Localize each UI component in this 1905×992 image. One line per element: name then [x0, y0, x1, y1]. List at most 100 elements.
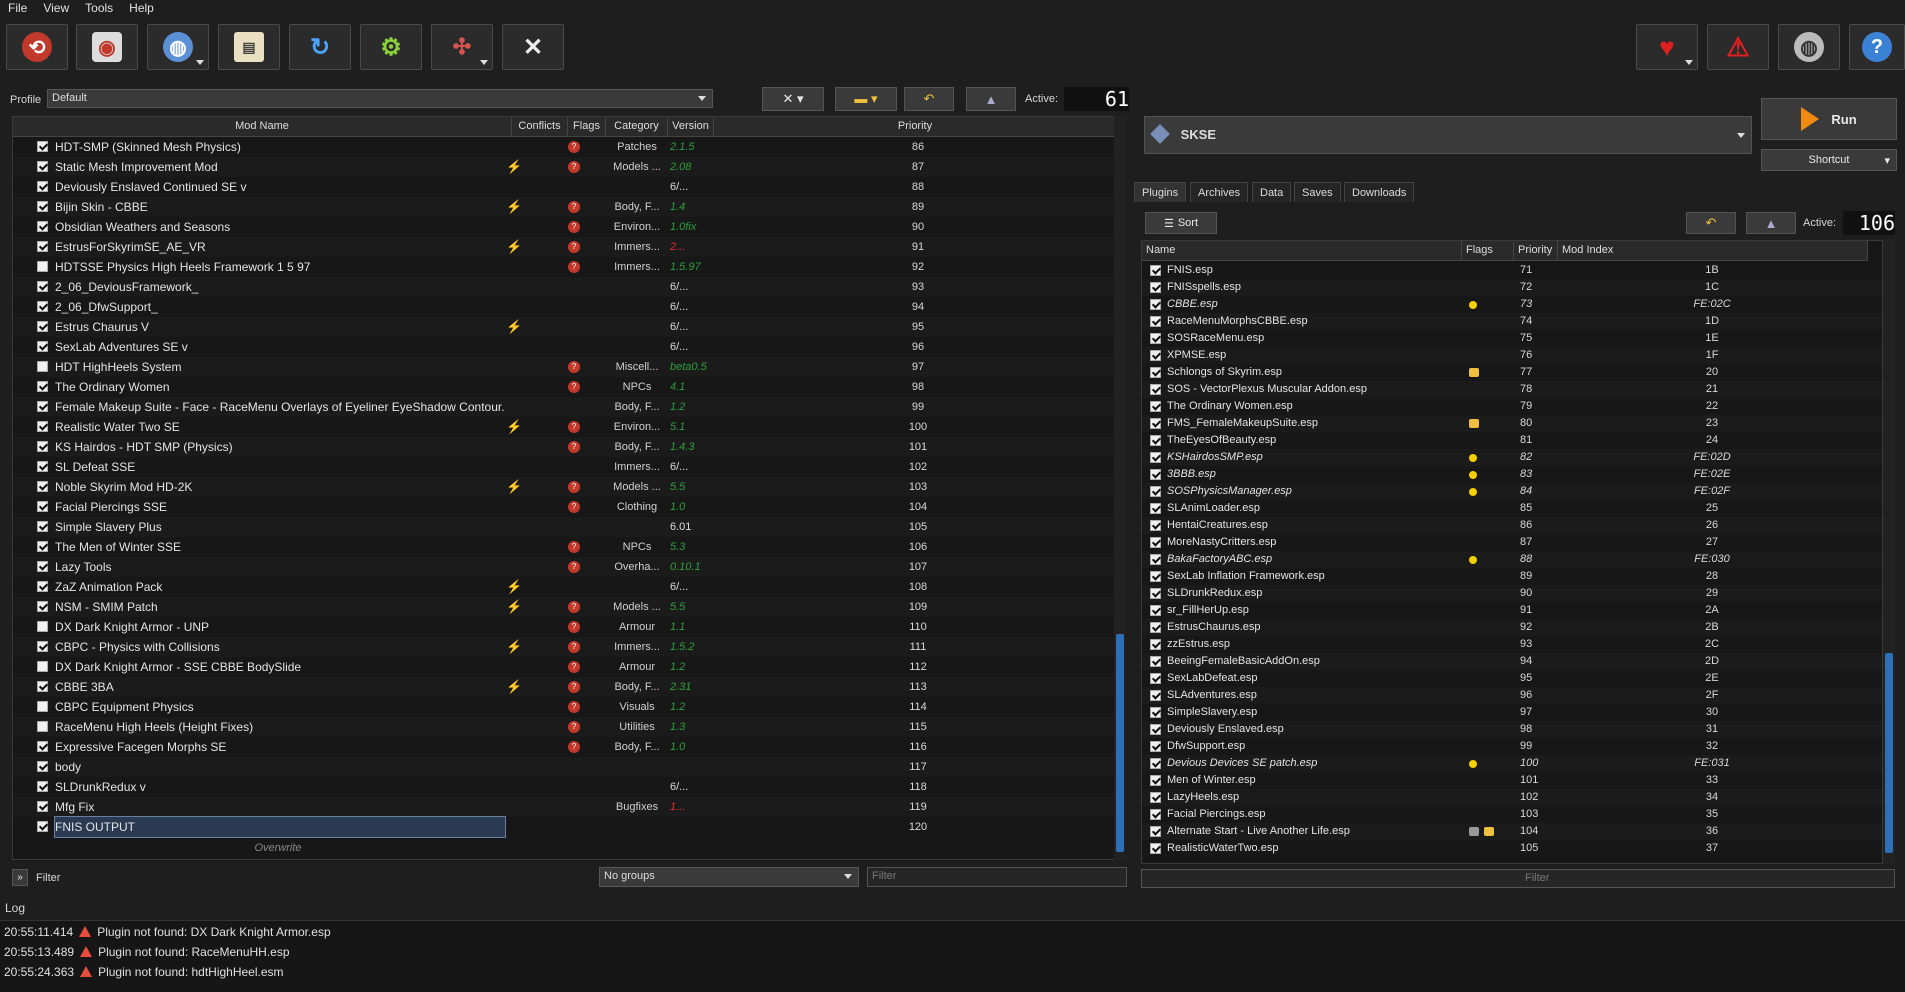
mod-enabled-checkbox[interactable] — [37, 501, 48, 512]
mod-enabled-checkbox[interactable] — [37, 641, 48, 652]
mod-row[interactable]: Female Makeup Suite - Face - RaceMenu Ov… — [13, 397, 1117, 417]
plugin-enabled-checkbox[interactable] — [1150, 384, 1161, 395]
plugin-enabled-checkbox[interactable] — [1150, 826, 1161, 837]
mod-list-scrollbar-thumb[interactable] — [1116, 634, 1124, 852]
mod-row[interactable]: Static Mesh Improvement Mod ⚡? Models ... 2… — [13, 157, 1117, 177]
mod-row[interactable]: SL Defeat SSE Immers... 6/... 102 — [13, 457, 1117, 477]
profiles-button[interactable]: ▤ — [218, 24, 280, 70]
executable-select[interactable]: SKSE — [1144, 116, 1752, 154]
restore-backup-button[interactable]: ↶ — [904, 87, 954, 111]
mod-enabled-checkbox[interactable] — [37, 421, 48, 432]
plugin-row[interactable]: BakaFactoryABC.esp 88 FE:030 — [1142, 551, 1882, 568]
tab-archives[interactable]: Archives — [1190, 182, 1249, 202]
tools-button[interactable]: ✣ — [431, 24, 493, 70]
plugin-row[interactable]: FNIS.esp 71 1B — [1142, 262, 1882, 279]
plugin-enabled-checkbox[interactable] — [1150, 843, 1161, 854]
mod-enabled-checkbox[interactable] — [37, 281, 48, 292]
mod-row[interactable]: FNIS OUTPUT 120 — [13, 816, 1117, 838]
plugin-row[interactable]: HentaiCreatures.esp 86 26 — [1142, 517, 1882, 534]
plugin-enabled-checkbox[interactable] — [1150, 299, 1161, 310]
mod-enabled-checkbox[interactable] — [37, 741, 48, 752]
menu-help[interactable]: Help — [121, 0, 162, 18]
mod-row[interactable]: The Ordinary Women? NPCs 4.1 98 — [13, 377, 1117, 397]
mod-enabled-checkbox[interactable] — [37, 721, 48, 732]
mod-enabled-checkbox[interactable] — [37, 761, 48, 772]
open-folder-button[interactable]: ▬ ▾ — [835, 87, 897, 111]
mod-enabled-checkbox[interactable] — [37, 181, 48, 192]
mod-enabled-checkbox[interactable] — [37, 341, 48, 352]
mod-row[interactable]: SLDrunkRedux v 6/... 118 — [13, 777, 1117, 797]
plugin-row[interactable]: SOSPhysicsManager.esp 84 FE:02F — [1142, 483, 1882, 500]
plugin-row[interactable]: CBBE.esp 73 FE:02C — [1142, 296, 1882, 313]
mod-enabled-checkbox[interactable] — [37, 541, 48, 552]
header-mod-name[interactable]: Mod Name — [13, 117, 512, 137]
mod-enabled-checkbox[interactable] — [37, 221, 48, 232]
mod-enabled-checkbox[interactable] — [37, 141, 48, 152]
header-category[interactable]: Category — [606, 117, 668, 137]
plugin-row[interactable]: EstrusChaurus.esp 92 2B — [1142, 619, 1882, 636]
mod-row[interactable]: Mfg Fix Bugfixes 1... 119 — [13, 797, 1117, 817]
plugin-row[interactable]: Alternate Start - Live Another Life.esp 1… — [1142, 823, 1882, 840]
mod-row[interactable]: Realistic Water Two SE ⚡? Environ... 5.1 100 — [13, 417, 1117, 437]
mod-row[interactable]: Bijin Skin - CBBE ⚡? Body, F... 1.4 89 — [13, 197, 1117, 217]
plugin-row[interactable]: SLAnimLoader.esp 85 25 — [1142, 500, 1882, 517]
plugin-row[interactable]: MoreNastyCritters.esp 87 27 — [1142, 534, 1882, 551]
plugin-row[interactable]: LazyHeels.esp 102 34 — [1142, 789, 1882, 806]
plugin-row[interactable]: RealisticWaterTwo.esp 105 37 — [1142, 840, 1882, 857]
header-version[interactable]: Version — [668, 117, 714, 137]
mod-enabled-checkbox[interactable] — [37, 241, 48, 252]
mod-list-scrollbar-track[interactable] — [1114, 116, 1126, 860]
tab-downloads[interactable]: Downloads — [1344, 182, 1415, 202]
plugin-enabled-checkbox[interactable] — [1150, 792, 1161, 803]
settings-button[interactable]: ✕ — [502, 24, 564, 70]
plugin-enabled-checkbox[interactable] — [1150, 520, 1161, 531]
update-button[interactable]: ◍ — [1778, 24, 1840, 70]
mod-enabled-checkbox[interactable] — [37, 601, 48, 612]
tab-data[interactable]: Data — [1252, 182, 1292, 202]
mod-row[interactable]: HDTSSE Physics High Heels Framework 1 5 … — [13, 257, 1117, 277]
plugin-enabled-checkbox[interactable] — [1150, 690, 1161, 701]
mod-row[interactable]: ZaZ Animation Pack ⚡ 6/... 108 — [13, 577, 1117, 597]
mod-enabled-checkbox[interactable] — [37, 441, 48, 452]
mod-enabled-checkbox[interactable] — [37, 461, 48, 472]
mod-enabled-checkbox[interactable] — [37, 201, 48, 212]
plugin-enabled-checkbox[interactable] — [1150, 435, 1161, 446]
plugin-enabled-checkbox[interactable] — [1150, 333, 1161, 344]
mod-row[interactable]: 2_06_DeviousFramework_ 6/... 93 — [13, 277, 1117, 297]
plugin-row[interactable]: SimpleSlavery.esp 97 30 — [1142, 704, 1882, 721]
plugin-row[interactable]: SOSRaceMenu.esp 75 1E — [1142, 330, 1882, 347]
plugin-row[interactable]: Schlongs of Skyrim.esp 77 20 — [1142, 364, 1882, 381]
notifications-button[interactable]: ⚠ — [1707, 24, 1769, 70]
plugin-enabled-checkbox[interactable] — [1150, 537, 1161, 548]
plugin-enabled-checkbox[interactable] — [1150, 418, 1161, 429]
header-plugin-flags[interactable]: Flags — [1462, 241, 1514, 261]
plugin-row[interactable]: RaceMenuMorphsCBBE.esp 74 1D — [1142, 313, 1882, 330]
mod-list-tools-button[interactable]: ✕ ▾ — [762, 87, 824, 111]
plugin-enabled-checkbox[interactable] — [1150, 724, 1161, 735]
plugin-enabled-checkbox[interactable] — [1150, 503, 1161, 514]
mod-enabled-checkbox[interactable] — [37, 321, 48, 332]
plugin-row[interactable]: KSHairdosSMP.esp 82 FE:02D — [1142, 449, 1882, 466]
plugin-row[interactable]: TheEyesOfBeauty.esp 81 24 — [1142, 432, 1882, 449]
plugin-filter-input[interactable]: Filter — [1141, 869, 1895, 888]
mod-row[interactable]: Noble Skyrim Mod HD-2K ⚡? Models ... 5.5 103 — [13, 477, 1117, 497]
mod-enabled-checkbox[interactable] — [37, 621, 48, 632]
plugin-row[interactable]: SLDrunkRedux.esp 90 29 — [1142, 585, 1882, 602]
plugin-row[interactable]: Deviously Enslaved.esp 98 31 — [1142, 721, 1882, 738]
mod-enabled-checkbox[interactable] — [37, 581, 48, 592]
plugin-enabled-checkbox[interactable] — [1150, 809, 1161, 820]
plugin-enabled-checkbox[interactable] — [1150, 622, 1161, 633]
plugin-enabled-checkbox[interactable] — [1150, 401, 1161, 412]
header-plugin-priority[interactable]: Priority — [1514, 241, 1558, 261]
plugin-enabled-checkbox[interactable] — [1150, 367, 1161, 378]
mod-row[interactable]: Estrus Chaurus V ⚡ 6/... 95 — [13, 317, 1117, 337]
plugin-enabled-checkbox[interactable] — [1150, 452, 1161, 463]
plugin-row[interactable]: SLAdventures.esp 96 2F — [1142, 687, 1882, 704]
plugin-row[interactable]: 3BBB.esp 83 FE:02E — [1142, 466, 1882, 483]
mod-row[interactable]: HDT-SMP (Skinned Mesh Physics)? Patches 2.… — [13, 137, 1117, 157]
plugin-enabled-checkbox[interactable] — [1150, 282, 1161, 293]
mod-filter-input[interactable]: Filter — [867, 867, 1127, 887]
plugin-enabled-checkbox[interactable] — [1150, 707, 1161, 718]
mod-row[interactable]: Lazy Tools? Overha... 0.10.1 107 — [13, 557, 1117, 577]
plugin-enabled-checkbox[interactable] — [1150, 316, 1161, 327]
